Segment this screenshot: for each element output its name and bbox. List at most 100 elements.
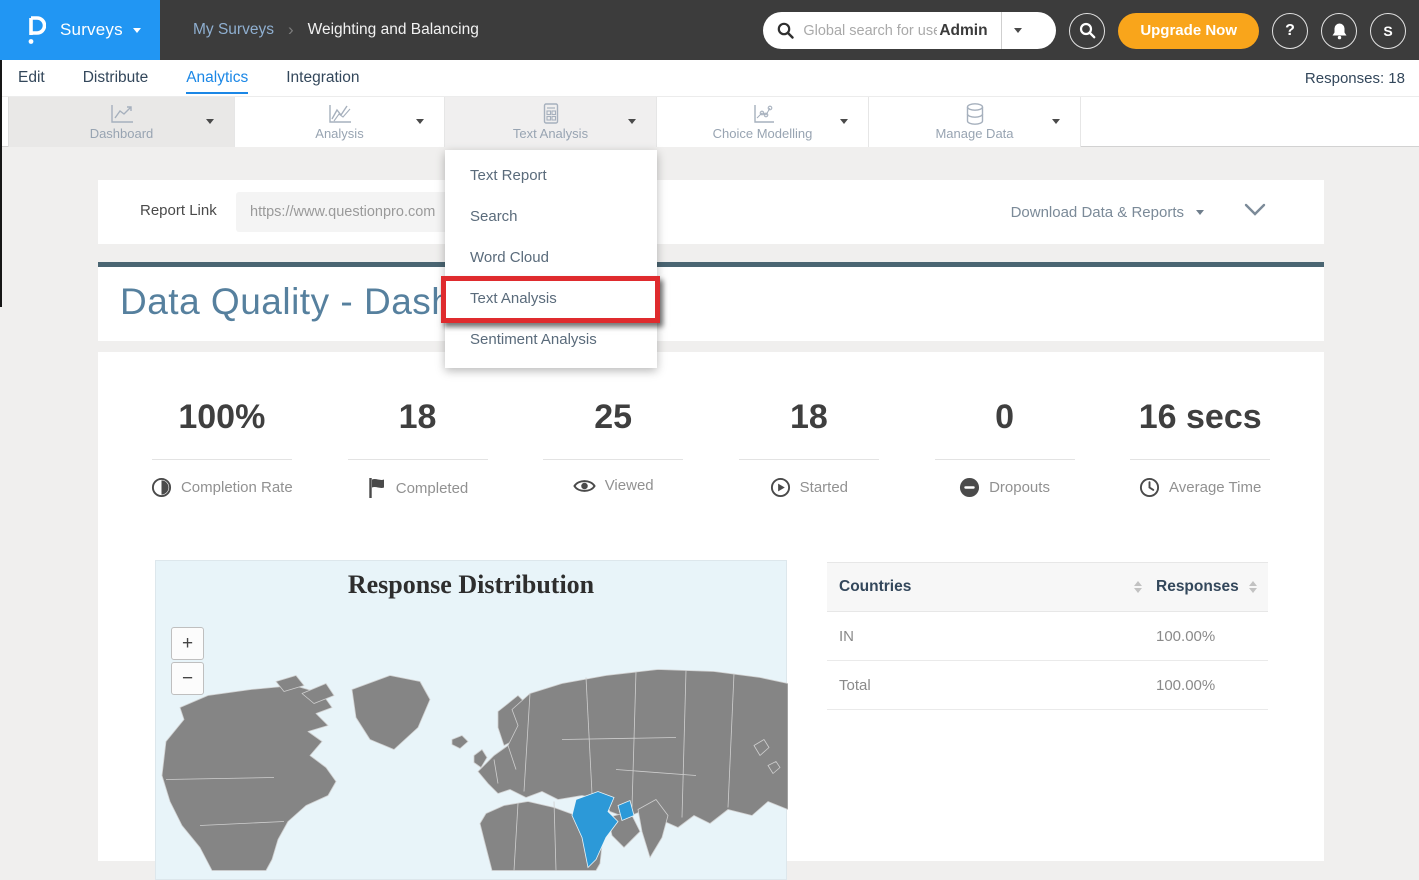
text-document-icon: [541, 102, 561, 126]
search-icon: [1079, 22, 1096, 39]
help-button[interactable]: ?: [1272, 13, 1308, 49]
eye-icon: [573, 478, 596, 494]
search-submit-button[interactable]: [1069, 13, 1105, 49]
menu-item-search[interactable]: Search: [445, 196, 657, 237]
avatar[interactable]: S: [1370, 13, 1406, 49]
stats-row: 100% Completion Rate 18 Completed: [98, 352, 1324, 499]
sort-icon[interactable]: [1134, 581, 1142, 593]
stat-label: Dropouts: [989, 479, 1050, 496]
divider: [935, 459, 1075, 460]
nav-item-edit[interactable]: Edit: [18, 62, 45, 94]
menu-item-text-analysis[interactable]: Text Analysis: [445, 278, 657, 319]
breadcrumb: My Surveys › Weighting and Balancing: [193, 0, 479, 60]
download-data-reports-dropdown[interactable]: Download Data & Reports: [1011, 180, 1204, 244]
stat-value: 25: [515, 398, 711, 437]
stat-dropouts: 0 Dropouts: [907, 398, 1103, 499]
top-header: Surveys My Surveys › Weighting and Balan…: [0, 0, 1419, 60]
notifications-button[interactable]: [1321, 13, 1357, 49]
tab-label: Manage Data: [869, 126, 1080, 141]
questionpro-p-logo-icon: [24, 15, 46, 45]
scatter-chart-icon: [749, 102, 777, 126]
global-search-bar: Admin: [763, 12, 1056, 49]
map-title: Response Distribution: [156, 570, 786, 600]
divider: [152, 459, 292, 460]
line-chart-icon: [108, 102, 136, 126]
survey-nav: Edit Distribute Analytics Integration Re…: [0, 60, 1419, 97]
countries-table: Countries Responses IN 100.00% Total 100…: [827, 562, 1268, 710]
tab-label: Choice Modelling: [657, 126, 868, 141]
global-search-input[interactable]: [803, 23, 937, 39]
database-icon: [963, 102, 987, 128]
map-zoom-out-button[interactable]: −: [171, 662, 204, 695]
responses-count: Responses: 18: [1305, 70, 1405, 87]
country-cell: Total: [839, 677, 1156, 694]
stat-average-time: 16 secs Average Time: [1102, 398, 1298, 499]
menu-item-sentiment-analysis[interactable]: Sentiment Analysis: [445, 319, 657, 360]
search-scope-label[interactable]: Admin: [939, 22, 987, 40]
clock-icon: [1139, 477, 1160, 498]
sort-icon[interactable]: [1249, 581, 1257, 593]
report-link-label: Report Link: [140, 202, 217, 219]
completion-rate-icon: [151, 477, 172, 498]
chevron-down-icon[interactable]: [416, 119, 424, 124]
divider: [543, 459, 683, 460]
stat-label: Average Time: [1169, 479, 1261, 496]
world-map[interactable]: [156, 561, 788, 879]
breadcrumb-current: Weighting and Balancing: [308, 21, 479, 39]
product-switcher-label[interactable]: Surveys: [60, 20, 123, 40]
stat-label: Started: [800, 479, 848, 496]
country-cell: IN: [839, 628, 1156, 645]
stat-completed: 18 Completed: [320, 398, 516, 499]
window-edge-artifact: [0, 60, 2, 307]
chevron-down-icon: [1196, 210, 1204, 215]
search-icon: [777, 22, 794, 39]
stat-value: 16 secs: [1102, 398, 1298, 437]
nav-item-distribute[interactable]: Distribute: [83, 62, 148, 94]
chevron-down-icon[interactable]: [840, 119, 848, 124]
stat-value: 0: [907, 398, 1103, 437]
responses-cell: 100.00%: [1156, 677, 1256, 694]
menu-item-word-cloud[interactable]: Word Cloud: [445, 237, 657, 278]
upgrade-now-button[interactable]: Upgrade Now: [1118, 13, 1259, 49]
map-zoom-in-button[interactable]: +: [171, 627, 204, 660]
menu-item-text-report[interactable]: Text Report: [445, 155, 657, 196]
divider: [739, 459, 879, 460]
chevron-down-icon[interactable]: [628, 119, 636, 124]
flag-icon: [367, 477, 387, 499]
report-link-bar: Report Link Download Data & Reports: [98, 180, 1324, 244]
stat-value: 18: [711, 398, 907, 437]
analytics-toolbar: Dashboard Analysis Text Analysis: [0, 97, 1419, 147]
search-scope-dropdown-button[interactable]: [1002, 12, 1035, 49]
tab-label: Analysis: [235, 126, 444, 141]
nav-item-analytics[interactable]: Analytics: [186, 62, 248, 94]
response-distribution-map: Response Distribution + −: [155, 560, 787, 880]
nav-item-integration[interactable]: Integration: [286, 62, 359, 94]
questionpro-logo-box[interactable]: Surveys: [0, 0, 160, 60]
column-header-countries[interactable]: Countries: [839, 578, 1134, 596]
tab-dashboard[interactable]: Dashboard: [8, 97, 235, 147]
table-row: IN 100.00%: [827, 612, 1268, 661]
product-switcher-caret-icon: [133, 28, 141, 33]
page-title-card: Data Quality - Dash: [98, 262, 1324, 341]
minus-circle-icon: [959, 477, 980, 498]
bell-icon: [1331, 22, 1348, 40]
tab-text-analysis[interactable]: Text Analysis: [445, 97, 657, 147]
tab-label: Text Analysis: [445, 126, 656, 141]
map-greenland: [352, 676, 430, 750]
stat-value: 100%: [124, 398, 320, 437]
stat-label: Completed: [396, 480, 469, 497]
area-chart-icon: [326, 102, 354, 126]
stat-value: 18: [320, 398, 516, 437]
table-header-row: Countries Responses: [827, 562, 1268, 612]
column-header-responses[interactable]: Responses: [1156, 578, 1239, 596]
tab-choice-modelling[interactable]: Choice Modelling: [657, 97, 869, 147]
page-title: Data Quality - Dash: [120, 281, 452, 323]
stat-label: Completion Rate: [181, 479, 293, 496]
breadcrumb-parent-link[interactable]: My Surveys: [193, 21, 274, 39]
tab-analysis[interactable]: Analysis: [235, 97, 445, 147]
collapse-chevron-icon[interactable]: [1244, 203, 1266, 217]
chevron-down-icon[interactable]: [206, 119, 214, 124]
chevron-down-icon[interactable]: [1052, 119, 1060, 124]
dashboard-stats-card: 100% Completion Rate 18 Completed: [98, 352, 1324, 861]
tab-manage-data[interactable]: Manage Data: [869, 97, 1081, 147]
